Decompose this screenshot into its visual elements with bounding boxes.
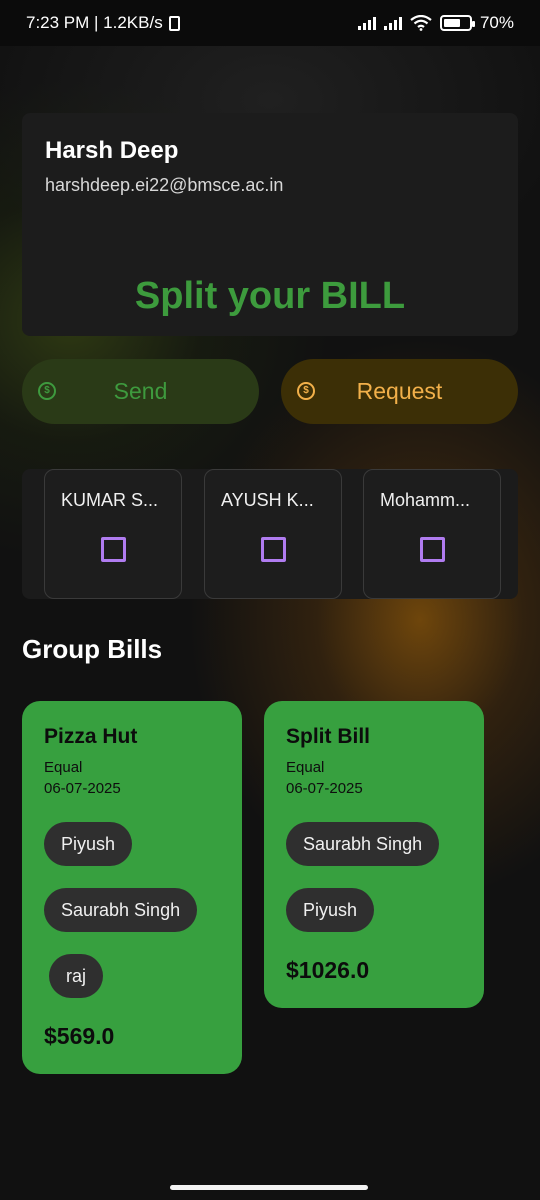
member-chip: Saurabh Singh: [44, 888, 198, 932]
request-label: Request: [356, 378, 443, 404]
status-left: 7:23 PM | 1.2KB/s: [26, 13, 180, 33]
wifi-icon: [410, 15, 432, 31]
bill-title: Split Bill: [286, 725, 370, 748]
dollar-coin-icon: $: [38, 382, 56, 400]
bill-title: Pizza Hut: [44, 725, 138, 748]
send-label: Send: [113, 378, 168, 404]
bill-date: 06-07-2025: [286, 780, 363, 797]
member-chip: Saurabh Singh: [286, 822, 440, 866]
bill-amount: $1026.0: [286, 957, 370, 983]
contact-checkbox[interactable]: [261, 537, 286, 562]
bill-amount: $569.0: [44, 1023, 115, 1049]
contact-card[interactable]: Mohamm...: [363, 469, 501, 599]
contact-card[interactable]: KUMAR S...: [44, 469, 182, 599]
status-right: 70%: [357, 13, 514, 33]
signal-icon: [357, 16, 376, 30]
send-button[interactable]: $ Send: [22, 359, 259, 424]
bill-split-type: Equal: [44, 759, 83, 776]
profile-name: Harsh Deep: [45, 137, 179, 164]
status-time: 7:23 PM | 1.2KB/s: [26, 13, 163, 32]
contact-name: Mohamm...: [380, 490, 471, 510]
dollar-coin-icon: $: [297, 382, 315, 400]
request-button[interactable]: $ Request: [281, 359, 518, 424]
contact-card[interactable]: AYUSH K...: [204, 469, 342, 599]
sim-icon: [168, 15, 180, 31]
bill-card[interactable]: Pizza Hut Equal 06-07-2025 Piyush Saurab…: [22, 701, 242, 1074]
app-tagline: Split your BILL: [134, 275, 406, 317]
bill-card[interactable]: Split Bill Equal 06-07-2025 Saurabh Sing…: [264, 701, 484, 1008]
profile-card: Harsh Deep harshdeep.ei22@bmsce.ac.in Sp…: [22, 113, 518, 336]
contact-checkbox[interactable]: [101, 537, 126, 562]
profile-email: harshdeep.ei22@bmsce.ac.in: [45, 175, 284, 195]
member-chip: Piyush: [286, 888, 375, 932]
member-chip: raj: [49, 954, 104, 998]
bill-date: 06-07-2025: [44, 780, 121, 797]
signal-icon-2: [383, 16, 402, 30]
status-bar: 7:23 PM | 1.2KB/s 70%: [0, 0, 540, 46]
home-indicator[interactable]: [170, 1185, 368, 1190]
contacts-strip[interactable]: KUMAR S... AYUSH K... Mohamm...: [22, 469, 518, 599]
battery-percent: 70%: [479, 13, 514, 32]
group-bills-title: Group Bills: [22, 634, 163, 664]
contact-name: KUMAR S...: [61, 490, 159, 510]
member-chip: Piyush: [44, 822, 133, 866]
bill-split-type: Equal: [286, 759, 325, 776]
battery-icon: [439, 15, 475, 31]
contact-name: AYUSH K...: [221, 490, 314, 510]
contact-checkbox[interactable]: [420, 537, 445, 562]
